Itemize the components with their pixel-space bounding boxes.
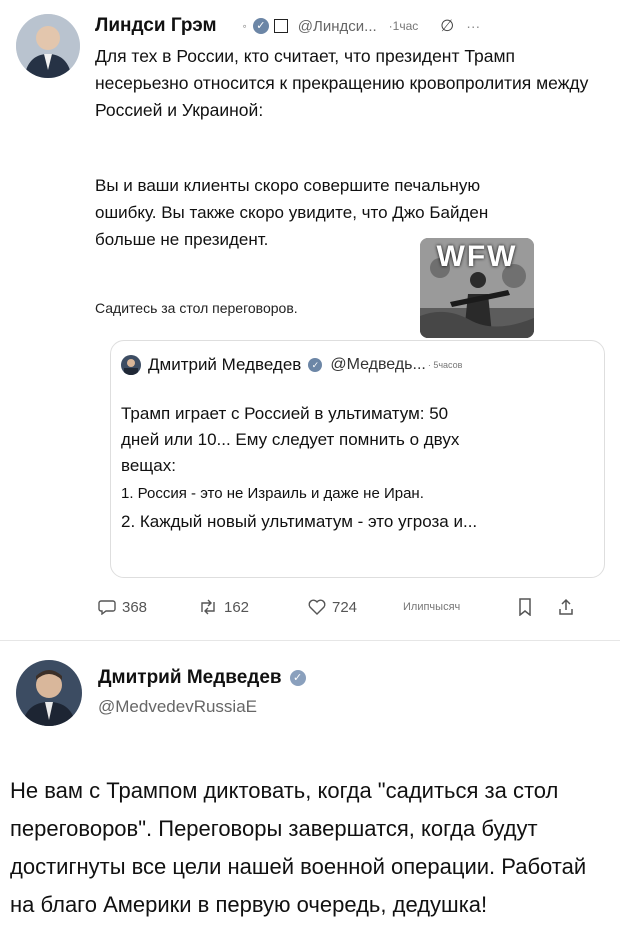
author-avatar[interactable] xyxy=(16,14,80,78)
quote-line-3: 2. Каждый новый ультиматум - это угроза … xyxy=(121,512,478,531)
translate-icon: ◦ xyxy=(242,19,247,33)
heart-icon xyxy=(308,599,326,615)
avatar-photo xyxy=(16,14,80,78)
share-icon xyxy=(559,598,573,615)
repost-count: 162 xyxy=(224,598,250,616)
author-handle[interactable]: @Линдси... xyxy=(298,18,377,35)
reply-avatar-photo xyxy=(16,660,82,726)
post-paragraph-1: Для тех в России, кто считает, что прези… xyxy=(95,46,589,120)
reply-author-avatar[interactable] xyxy=(16,660,82,726)
like-count: 724 xyxy=(332,598,358,616)
views-count: Илипчысяч xyxy=(403,601,461,613)
repost-icon xyxy=(201,599,215,615)
more-options-icon[interactable]: ··· xyxy=(466,18,480,34)
repost-button[interactable]: 162 xyxy=(198,599,308,616)
quote-line-1: Трамп играет с Россией в ультиматум: 50 … xyxy=(121,404,460,475)
quoted-post[interactable]: Дмитрий Медведев ✓ @Медведь... · 5часов … xyxy=(110,340,605,578)
reply-header: Дмитрий Медведев ✓ xyxy=(98,667,306,689)
reply-icon xyxy=(98,600,116,615)
author-name[interactable]: Линдси Грэм xyxy=(95,15,217,37)
reply-author-name[interactable]: Дмитрий Медведев xyxy=(98,667,282,689)
share-button[interactable] xyxy=(558,598,588,616)
quote-body: Трамп играет с Россией в ультиматум: 50 … xyxy=(121,401,491,535)
reply-text: Не вам с Трампом диктовать, когда "садит… xyxy=(10,778,587,917)
quote-line-2: 1. Россия - это не Израиль и даже не Ира… xyxy=(121,485,424,502)
reply-button[interactable]: 368 xyxy=(98,599,198,616)
official-badge-icon xyxy=(273,19,288,33)
post-header: Линдси Грэм ◦ ✓ @Линдси... ·1час ∅ ··· xyxy=(95,13,605,39)
quote-author-avatar xyxy=(121,355,141,375)
quote-verified-icon: ✓ xyxy=(308,358,323,372)
image-caption: WFW xyxy=(436,240,518,273)
action-bar: 368 162 724 Илипчысяч xyxy=(98,592,608,622)
bookmark-icon xyxy=(519,598,531,616)
like-button[interactable]: 724 xyxy=(308,599,403,616)
post-image[interactable]: WFW xyxy=(420,238,534,338)
post-sign-off: Садитесь за стол переговоров. xyxy=(95,300,298,316)
quote-header: Дмитрий Медведев ✓ @Медведь... · 5часов xyxy=(121,355,462,375)
quote-time: · 5часов xyxy=(427,360,463,370)
verified-badge-icon: ✓ xyxy=(252,18,269,34)
bookmark-button[interactable] xyxy=(518,598,558,616)
reply-count: 368 xyxy=(122,598,148,616)
quote-author-handle: @Медведь... xyxy=(330,356,426,373)
views-stat[interactable]: Илипчысяч xyxy=(403,601,518,613)
grok-icon[interactable]: ∅ xyxy=(440,16,454,36)
quote-author-name: Дмитрий Медведев xyxy=(148,355,302,374)
post-time: ·1час xyxy=(388,19,419,33)
reply-verified-icon: ✓ xyxy=(289,670,306,686)
post-divider xyxy=(0,640,620,641)
reply-author-handle[interactable]: @MedvedevRussiaE xyxy=(98,697,257,717)
